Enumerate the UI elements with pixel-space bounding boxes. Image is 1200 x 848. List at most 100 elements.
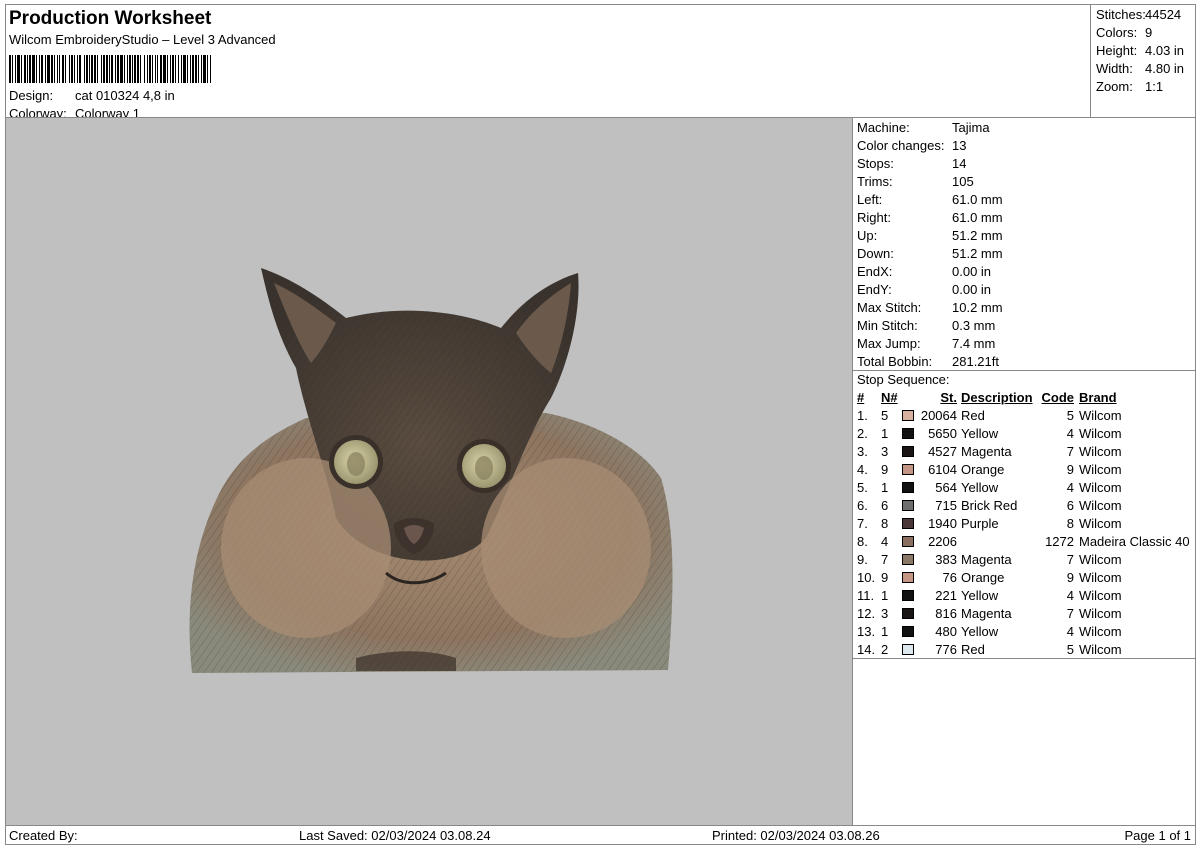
info-row: Trims: 105	[857, 174, 974, 189]
info-value: 0.00 in	[952, 282, 992, 297]
stop-index: 12.	[857, 606, 876, 621]
thread-brand: Wilcom	[1079, 444, 1122, 459]
worksheet-title: Production Worksheet	[9, 8, 212, 29]
thread-brand: Wilcom	[1079, 498, 1122, 513]
stitch-count: 480	[935, 624, 957, 639]
divider	[853, 370, 1195, 371]
info-row: Total Bobbin: 281.21ft	[857, 354, 999, 369]
col-header-stitches: St.	[940, 390, 957, 405]
design-label: Design:	[9, 88, 54, 103]
stat-label: Colors:	[1096, 25, 1138, 40]
stop-index: 10.	[857, 570, 876, 585]
stat-value: 44524	[1145, 7, 1182, 22]
color-code: 9	[1066, 462, 1074, 477]
color-swatch	[902, 464, 914, 475]
stop-index: 6.	[857, 498, 868, 513]
info-row: Stops: 14	[857, 156, 966, 171]
info-value: 7.4 mm	[952, 336, 996, 351]
thread-brand: Wilcom	[1079, 624, 1122, 639]
info-label: EndY:	[857, 282, 892, 297]
info-row: EndX: 0.00 in	[857, 264, 991, 279]
info-label: Trims:	[857, 174, 893, 189]
stop-index: 14.	[857, 642, 876, 657]
color-swatch	[902, 554, 914, 565]
stop-sequence-row: 6. 6 715 Brick Red 6 Wilcom	[857, 498, 1193, 516]
col-header-code: Code	[1041, 390, 1075, 405]
color-swatch	[902, 428, 914, 439]
created-by: Created By:	[9, 828, 78, 843]
needle-number: 4	[881, 534, 889, 549]
color-code: 4	[1066, 588, 1074, 603]
color-code: 1272	[1045, 534, 1074, 549]
stop-sequence-row: 4. 9 6104 Orange 9 Wilcom	[857, 462, 1193, 480]
stop-sequence-row: 3. 3 4527 Magenta 7 Wilcom	[857, 444, 1193, 462]
stitch-count: 776	[935, 642, 957, 657]
thread-brand: Madeira Classic 40	[1079, 534, 1190, 549]
color-description: Red	[961, 408, 985, 423]
info-label: Max Stitch:	[857, 300, 922, 315]
info-row: Right: 61.0 mm	[857, 210, 1003, 225]
info-row: Max Stitch: 10.2 mm	[857, 300, 1003, 315]
info-label: Max Jump:	[857, 336, 921, 351]
printed-date: Printed: 02/03/2024 03.08.26	[712, 828, 880, 843]
stop-sequence-title: Stop Sequence:	[857, 372, 950, 387]
color-swatch	[902, 482, 914, 493]
info-value: 281.21ft	[952, 354, 999, 369]
stitch-count: 20064	[920, 408, 957, 423]
stop-sequence-row: 9. 7 383 Magenta 7 Wilcom	[857, 552, 1193, 570]
info-row: Down: 51.2 mm	[857, 246, 1003, 261]
info-label: Total Bobbin:	[857, 354, 933, 369]
stat-value: 1:1	[1145, 79, 1164, 94]
stats-panel: Stitches: 44524 Colors: 9 Height: 4.03 in W…	[1090, 4, 1196, 118]
color-swatch	[902, 626, 914, 637]
color-code: 4	[1066, 624, 1074, 639]
stat-label: Stitches:	[1096, 7, 1146, 22]
color-description: Yellow	[961, 426, 999, 441]
info-label: Right:	[857, 210, 891, 225]
info-value: 61.0 mm	[952, 192, 1003, 207]
stop-index: 9.	[857, 552, 868, 567]
machine-info-panel: Machine: Tajima Color changes: 13 Stops: 14…	[852, 117, 1196, 826]
stop-sequence-row: 13. 1 480 Yellow 4 Wilcom	[857, 624, 1193, 642]
color-code: 4	[1066, 480, 1074, 495]
stitch-count: 221	[935, 588, 957, 603]
worksheet-footer: Created By: Last Saved: 02/03/2024 03.08…	[5, 825, 1196, 845]
color-swatch	[902, 644, 914, 655]
color-code: 9	[1066, 570, 1074, 585]
needle-number: 1	[881, 480, 889, 495]
needle-number: 9	[881, 462, 889, 477]
color-description: Brick Red	[961, 498, 1018, 513]
info-label: EndX:	[857, 264, 893, 279]
stitch-count: 76	[942, 570, 957, 585]
info-value: 0.00 in	[952, 264, 992, 279]
info-value: 105	[952, 174, 974, 189]
color-code: 5	[1066, 408, 1074, 423]
thread-brand: Wilcom	[1079, 426, 1122, 441]
stitch-count: 2206	[928, 534, 957, 549]
stop-index: 13.	[857, 624, 876, 639]
design-value: cat 010324 4,8 in	[75, 88, 175, 103]
thread-brand: Wilcom	[1079, 516, 1122, 531]
stitch-count: 1940	[928, 516, 957, 531]
info-label: Stops:	[857, 156, 894, 171]
design-row: Design: cat 010324 4,8 in	[9, 88, 175, 103]
info-value: 0.3 mm	[952, 318, 996, 333]
needle-number: 3	[881, 444, 889, 459]
stat-row: Height: 4.03 in	[1096, 43, 1184, 58]
info-value: 13	[952, 138, 967, 153]
info-label: Down:	[857, 246, 894, 261]
col-header-needle: N#	[881, 390, 898, 405]
col-header-index: #	[857, 390, 865, 405]
stat-row: Width: 4.80 in	[1096, 61, 1184, 76]
color-code: 7	[1066, 444, 1074, 459]
stop-sequence-row: 1. 5 20064 Red 5 Wilcom	[857, 408, 1193, 426]
stat-label: Width:	[1096, 61, 1133, 76]
needle-number: 6	[881, 498, 889, 513]
stop-index: 5.	[857, 480, 868, 495]
color-code: 8	[1066, 516, 1074, 531]
stop-sequence-row: 11. 1 221 Yellow 4 Wilcom	[857, 588, 1193, 606]
stop-sequence-row: 8. 4 2206 1272 Madeira Classic 40	[857, 534, 1193, 552]
stitch-count: 564	[935, 480, 957, 495]
stitch-count: 816	[935, 606, 957, 621]
info-row: Max Jump: 7.4 mm	[857, 336, 995, 351]
